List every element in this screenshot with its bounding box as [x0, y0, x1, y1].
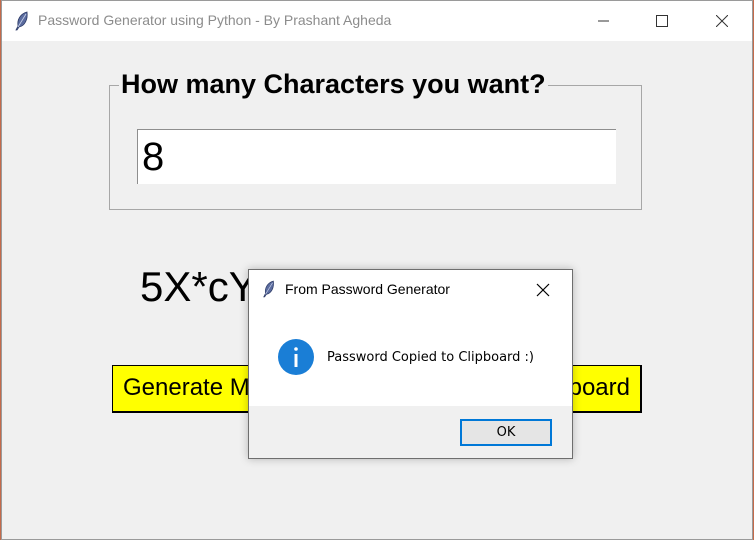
minimize-button[interactable] [574, 1, 634, 41]
maximize-icon [656, 15, 668, 27]
message-dialog: From Password Generator Password Copied … [248, 269, 573, 459]
length-frame-label: How many Characters you want? [119, 69, 548, 100]
dialog-body: Password Copied to Clipboard :) [249, 308, 572, 406]
close-icon [716, 15, 728, 27]
dialog-title: From Password Generator [285, 281, 450, 297]
info-icon [278, 339, 314, 375]
maximize-button[interactable] [632, 1, 692, 41]
title-bar: Password Generator using Python - By Pra… [2, 1, 752, 41]
dialog-close-button[interactable] [531, 278, 555, 302]
dialog-title-bar: From Password Generator [249, 270, 572, 308]
feather-icon [262, 279, 276, 299]
feather-icon [14, 11, 30, 31]
length-input[interactable]: 8 [137, 129, 616, 184]
window-title: Password Generator using Python - By Pra… [38, 12, 392, 28]
password-display: 5X*cY [140, 263, 257, 310]
ok-button[interactable]: OK [460, 419, 552, 446]
close-window-button[interactable] [692, 1, 752, 41]
minimize-icon [598, 20, 609, 22]
dialog-message: Password Copied to Clipboard :) [327, 350, 534, 365]
close-icon [536, 283, 550, 297]
